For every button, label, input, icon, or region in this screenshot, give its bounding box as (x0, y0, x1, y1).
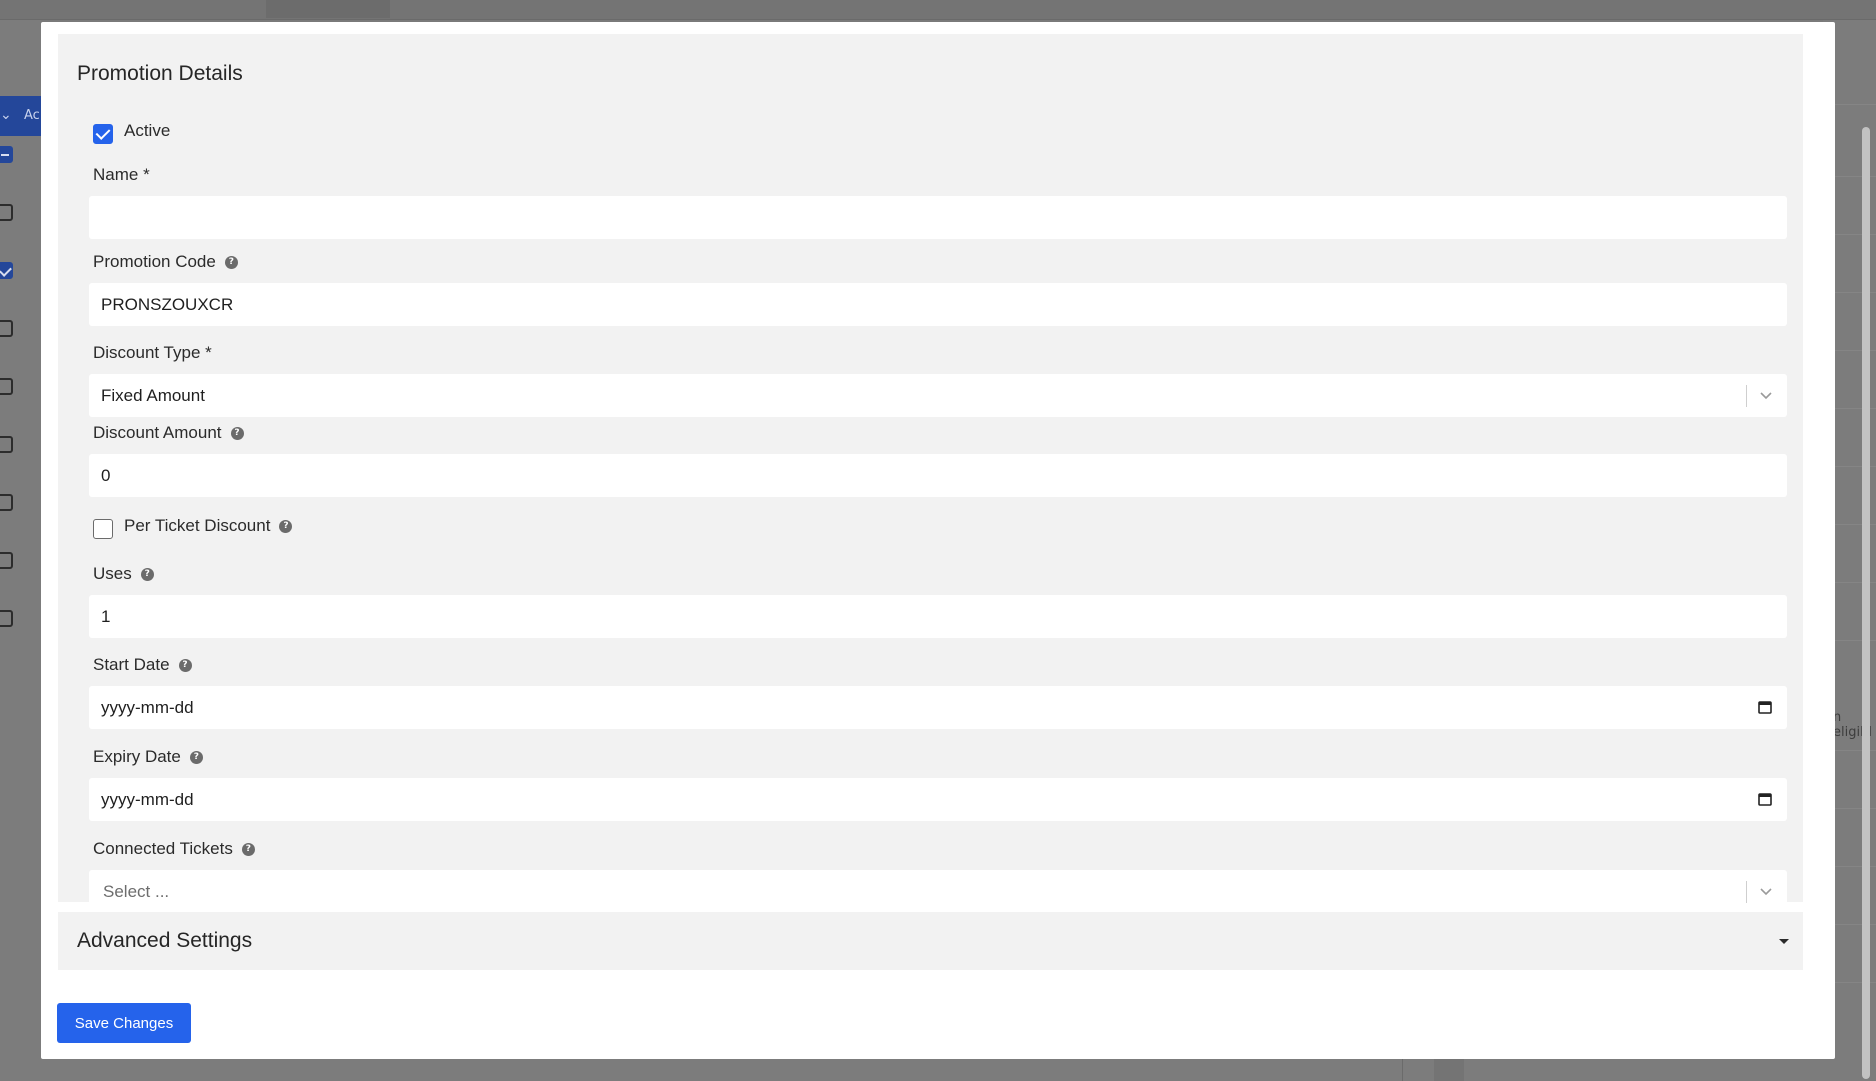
start-date-label: Start Date ? (93, 655, 192, 675)
chevron-down-icon: ⌄ (0, 107, 12, 123)
calendar-icon[interactable] (1757, 699, 1773, 715)
help-icon[interactable]: ? (189, 750, 203, 764)
discount-amount-input[interactable]: 0 (89, 454, 1787, 497)
background-header-row: ⌄ Ac (0, 96, 41, 136)
background-row-checkbox (0, 494, 13, 511)
background-header-label: Ac (24, 108, 40, 123)
background-row-checkbox (0, 262, 13, 279)
help-icon[interactable]: ? (140, 567, 154, 581)
discount-type-label: Discount Type * (93, 343, 212, 362)
name-input[interactable] (89, 196, 1787, 239)
select-divider (1746, 385, 1747, 407)
expiry-date-label: Expiry Date ? (93, 747, 203, 767)
active-checkbox[interactable] (93, 124, 113, 144)
uses-label: Uses ? (93, 564, 154, 584)
start-date-input[interactable]: yyyy-mm-dd (89, 686, 1787, 729)
discount-amount-label: Discount Amount ? (93, 423, 244, 443)
calendar-icon[interactable] (1757, 791, 1773, 807)
name-label: Name * (93, 165, 150, 184)
connected-tickets-select[interactable]: Select ... (89, 870, 1787, 913)
modal-scrollbar[interactable] (1862, 127, 1870, 1079)
per-ticket-discount-checkbox[interactable] (93, 519, 113, 539)
help-icon[interactable]: ? (279, 519, 293, 533)
promotion-details-panel: Promotion Details Active Name * Promotio… (58, 34, 1803, 913)
background-top-bar (0, 0, 1876, 20)
promotion-code-input[interactable]: PRONSZOUXCR (89, 283, 1787, 326)
active-label: Active (124, 121, 171, 140)
background-table-left: ⌄ Ac (0, 20, 41, 1081)
uses-input[interactable]: 1 (89, 595, 1787, 638)
background-top-tab (266, 0, 390, 18)
help-icon[interactable]: ? (241, 842, 255, 856)
connected-tickets-label: Connected Tickets ? (93, 839, 255, 859)
background-row-checkbox (0, 552, 13, 569)
background-row-checkbox (0, 610, 13, 627)
help-icon[interactable]: ? (178, 658, 192, 672)
promotion-modal: Promotion Details Active Name * Promotio… (41, 22, 1870, 1079)
chevron-down-icon[interactable] (1758, 387, 1774, 403)
help-icon[interactable]: ? (230, 426, 244, 440)
background-row-checkbox (0, 436, 13, 453)
background-select-all-checkbox (0, 146, 13, 163)
save-changes-button[interactable]: Save Changes (57, 1003, 191, 1043)
section-title: Promotion Details (77, 62, 243, 85)
per-ticket-discount-label: Per Ticket Discount ? (124, 516, 293, 536)
chevron-down-icon[interactable] (1758, 883, 1774, 899)
advanced-settings-toggle[interactable]: Advanced Settings (58, 912, 1803, 970)
caret-down-icon (1779, 939, 1789, 944)
promotion-code-label: Promotion Code ? (93, 252, 238, 272)
advanced-settings-label: Advanced Settings (77, 929, 253, 952)
background-bottom-bar (0, 1059, 1876, 1081)
background-row-checkbox (0, 204, 13, 221)
expiry-date-input[interactable]: yyyy-mm-dd (89, 778, 1787, 821)
discount-type-select[interactable]: Fixed Amount (89, 374, 1787, 417)
background-row-checkbox (0, 378, 13, 395)
select-divider (1746, 881, 1747, 903)
help-icon[interactable]: ? (224, 255, 238, 269)
background-row-checkbox (0, 320, 13, 337)
